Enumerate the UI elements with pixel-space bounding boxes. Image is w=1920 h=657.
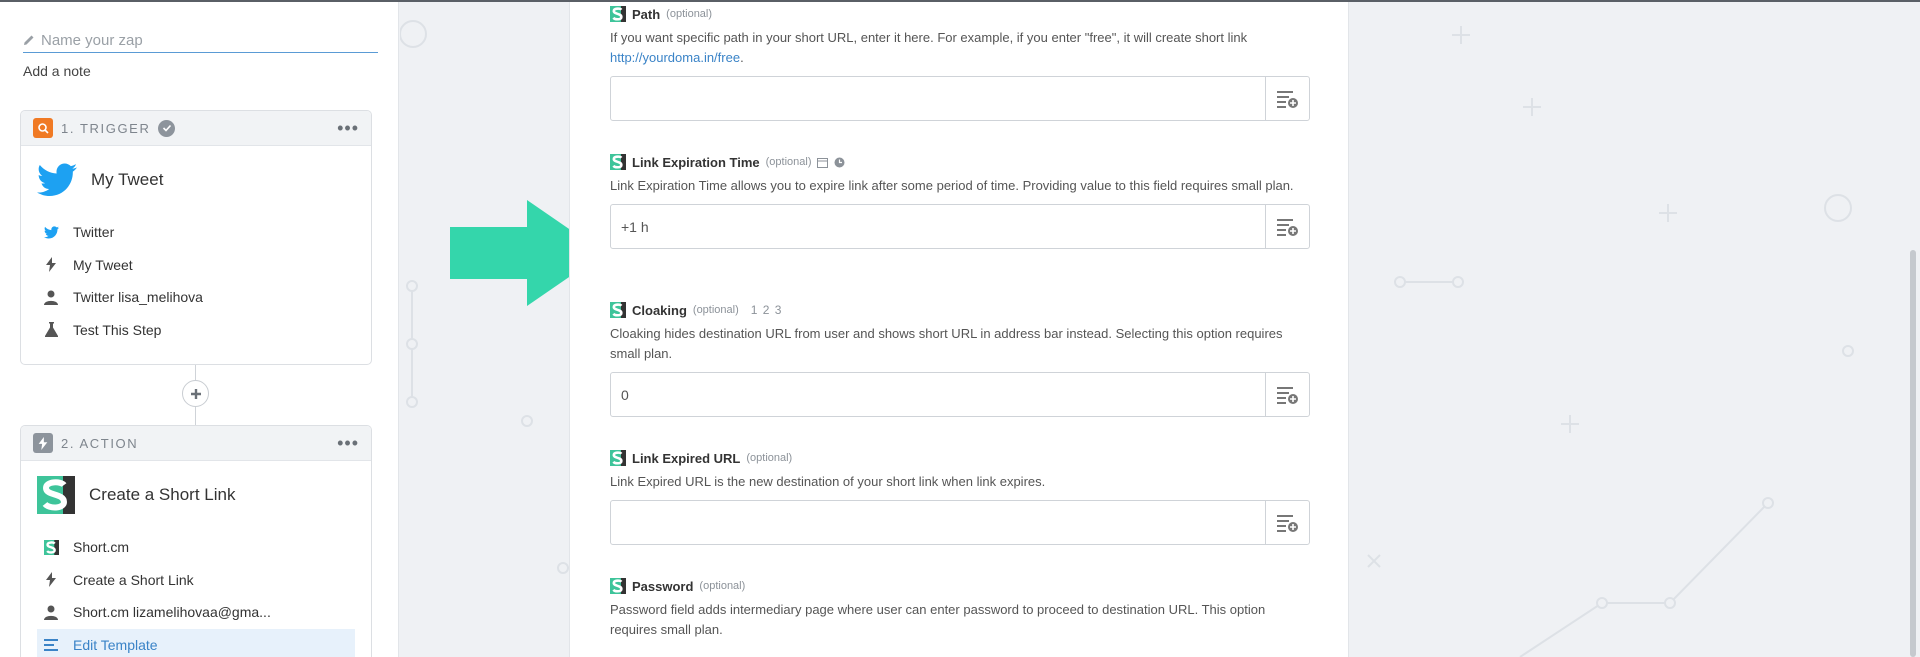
field-expiration-optional: (optional) [765, 156, 812, 168]
field-password-label: Password [632, 578, 694, 594]
shortcm-icon [610, 6, 626, 22]
insert-field-icon [1276, 218, 1298, 236]
action-title: 2. ACTION [61, 435, 139, 451]
action-step-edit-template-label: Edit Template [73, 636, 158, 653]
insert-data-button[interactable] [1265, 373, 1309, 416]
insert-data-button[interactable] [1265, 501, 1309, 544]
field-expiration-label: Link Expiration Time [632, 154, 760, 170]
zap-name-input[interactable] [41, 31, 361, 49]
cloaking-input[interactable] [611, 373, 1265, 416]
field-path-input-box[interactable] [610, 76, 1310, 121]
action-step-event[interactable]: Create a Short Link [21, 564, 371, 597]
action-step-edit-template[interactable]: Edit Template [37, 628, 355, 657]
trigger-card-header[interactable]: 1. TRIGGER ••• [21, 111, 371, 146]
flask-icon [43, 322, 59, 338]
form-panel: Path (optional) If you want specific pat… [569, 0, 1349, 657]
add-step-button[interactable] [182, 380, 209, 407]
field-path-label: Path [632, 6, 661, 22]
expiration-input[interactable] [611, 205, 1265, 248]
trigger-app-row[interactable]: My Tweet [21, 146, 371, 214]
field-password-description: Password field adds intermediary page wh… [610, 602, 1266, 637]
user-icon [43, 604, 59, 620]
page-scrollbar[interactable] [1910, 250, 1916, 657]
expired-url-input[interactable] [611, 501, 1265, 544]
shortcm-icon [610, 578, 626, 594]
insert-data-button[interactable] [1265, 77, 1309, 120]
field-cloaking-choices[interactable]: 1 2 3 [751, 303, 783, 317]
action-badge-icon [33, 433, 53, 453]
trigger-title: 1. TRIGGER [61, 120, 151, 136]
trigger-card[interactable]: 1. TRIGGER ••• My Tweet Twitter My Tweet… [20, 110, 372, 365]
insert-field-icon [1276, 90, 1298, 108]
insert-data-button[interactable] [1265, 205, 1309, 248]
field-expiration: Link Expiration Time (optional) Link Exp… [610, 152, 1310, 249]
trigger-step-event[interactable]: My Tweet [21, 249, 371, 282]
clock-icon [834, 157, 845, 167]
trigger-more-menu-icon[interactable]: ••• [337, 119, 359, 137]
shortcm-icon [610, 450, 626, 466]
action-step-app-label: Short.cm [73, 539, 130, 556]
twitter-bird-icon [37, 163, 77, 196]
field-cloaking-label: Cloaking [632, 302, 687, 318]
trigger-step-event-label: My Tweet [73, 256, 133, 273]
insert-field-icon [1276, 386, 1298, 404]
field-password-optional: (optional) [699, 580, 746, 592]
field-expiration-input-box[interactable] [610, 204, 1310, 249]
shortcm-logo-icon [37, 476, 75, 514]
action-step-app[interactable]: Short.cm [21, 531, 371, 564]
window-top-border [0, 0, 1920, 2]
field-expiration-description: Link Expiration Time allows you to expir… [610, 178, 1294, 193]
checkmark-icon [158, 119, 176, 137]
field-path: Path (optional) If you want specific pat… [610, 4, 1310, 121]
list-lines-icon [43, 637, 59, 653]
trigger-app-name: My Tweet [91, 170, 164, 189]
calendar-icon [817, 157, 829, 168]
action-more-menu-icon[interactable]: ••• [337, 434, 359, 452]
action-step-account-label: Short.cm lizamelihovaa@gma... [73, 604, 271, 621]
example-link[interactable]: http://yourdoma.in/free [610, 50, 740, 65]
action-card[interactable]: 2. ACTION ••• Create a Short Link Short.… [20, 425, 372, 657]
zap-name-field[interactable] [23, 28, 378, 53]
field-expired-url-label: Link Expired URL [632, 450, 741, 466]
lightning-icon [43, 257, 59, 273]
trigger-step-app[interactable]: Twitter [21, 216, 371, 249]
trigger-step-account[interactable]: Twitter lisa_melihova [21, 281, 371, 314]
action-card-header[interactable]: 2. ACTION ••• [21, 426, 371, 461]
sidebar: Add a note 1. TRIGGER ••• My Tweet Twitt… [0, 0, 399, 657]
action-app-row[interactable]: Create a Short Link [21, 461, 371, 529]
field-expired-url-description: Link Expired URL is the new destination … [610, 474, 1046, 489]
action-step-account[interactable]: Short.cm lizamelihovaa@gma... [21, 596, 371, 629]
trigger-step-account-label: Twitter lisa_melihova [73, 289, 203, 306]
trigger-step-test-label: Test This Step [73, 321, 162, 338]
twitter-icon [43, 224, 59, 240]
plus-icon [190, 388, 201, 399]
shortcm-icon [43, 539, 59, 555]
field-expired-url-input-box[interactable] [610, 500, 1310, 545]
insert-field-icon [1276, 514, 1298, 532]
field-cloaking-description: Cloaking hides destination URL from user… [610, 326, 1283, 361]
field-path-description: If you want specific path in your short … [610, 30, 1248, 65]
shortcm-icon [610, 302, 626, 318]
trigger-step-test[interactable]: Test This Step [21, 314, 371, 347]
field-cloaking: Cloaking (optional) 1 2 3 Cloaking hides… [610, 300, 1310, 417]
user-icon [43, 289, 59, 305]
field-cloaking-input-box[interactable] [610, 372, 1310, 417]
field-path-optional: (optional) [666, 8, 713, 20]
action-step-event-label: Create a Short Link [73, 571, 194, 588]
field-cloaking-optional: (optional) [692, 304, 739, 316]
field-password: Password (optional) Password field adds … [610, 576, 1310, 640]
path-input[interactable] [611, 77, 1265, 120]
pencil-icon [24, 35, 34, 45]
add-note-link[interactable]: Add a note [23, 63, 91, 79]
trigger-step-app-label: Twitter [73, 224, 115, 241]
field-expired-url: Link Expired URL (optional) Link Expired… [610, 448, 1310, 545]
trigger-badge-icon [33, 118, 53, 138]
shortcm-icon [610, 154, 626, 170]
field-expired-url-optional: (optional) [746, 452, 793, 464]
lightning-icon [43, 572, 59, 588]
action-app-name: Create a Short Link [89, 485, 236, 504]
